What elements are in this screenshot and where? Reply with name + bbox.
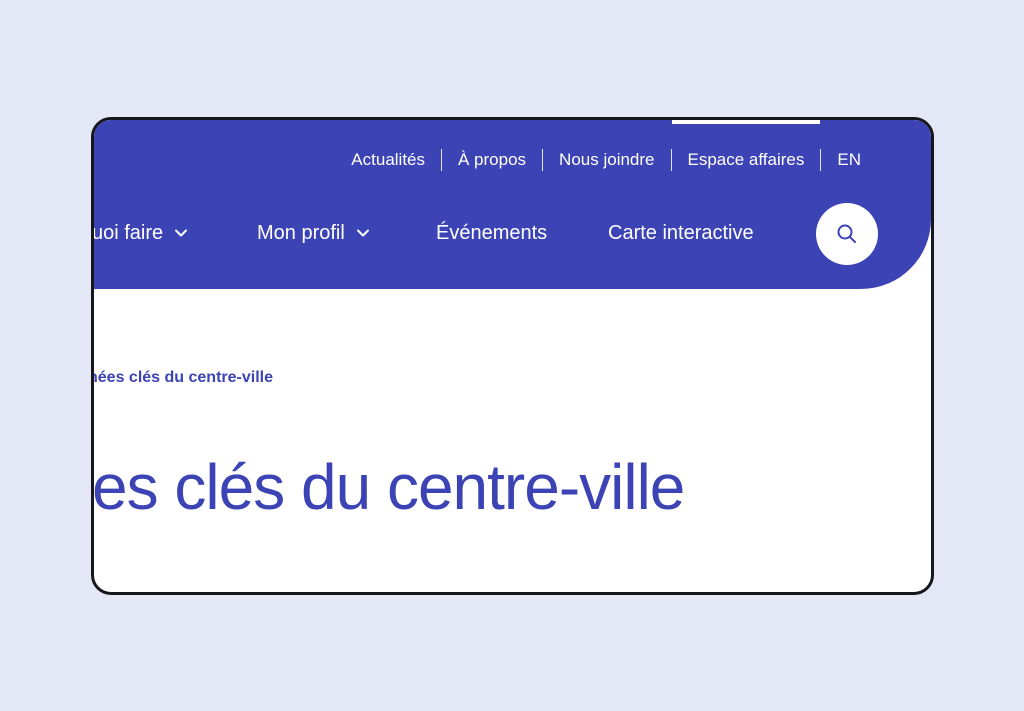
nav-item-evenements[interactable]: Événements (436, 218, 547, 248)
utility-link-nous-joindre[interactable]: Nous joindre (543, 148, 670, 172)
site-header: Actualités À propos Nous joindre Espace … (94, 120, 931, 289)
utility-nav: Actualités À propos Nous joindre Espace … (335, 120, 861, 172)
utility-link-actualites[interactable]: Actualités (335, 148, 441, 172)
browser-frame: Actualités À propos Nous joindre Espace … (91, 117, 934, 595)
utility-link-a-propos[interactable]: À propos (442, 148, 542, 172)
chevron-down-icon (175, 229, 188, 237)
search-icon (837, 224, 856, 243)
main-nav: uoi faire Mon profil Événements Carte in… (94, 218, 931, 248)
utility-link-espace-affaires[interactable]: Espace affaires (671, 120, 821, 172)
nav-item-label: Carte interactive (608, 222, 754, 244)
nav-item-label: uoi faire (92, 222, 164, 244)
search-button[interactable] (816, 203, 878, 265)
breadcrumb[interactable]: nées clés du centre-ville (94, 369, 273, 387)
language-switch[interactable]: EN (821, 148, 861, 172)
nav-item-mon-profil[interactable]: Mon profil (257, 218, 371, 248)
nav-item-label: Mon profil (257, 222, 345, 244)
nav-item-label: Événements (436, 222, 548, 244)
nav-item-carte-interactive[interactable]: Carte interactive (608, 218, 754, 248)
page-title: es clés du centre-ville (92, 451, 685, 523)
nav-item-quoi-faire[interactable]: uoi faire (92, 218, 189, 248)
chevron-down-icon (356, 229, 369, 237)
